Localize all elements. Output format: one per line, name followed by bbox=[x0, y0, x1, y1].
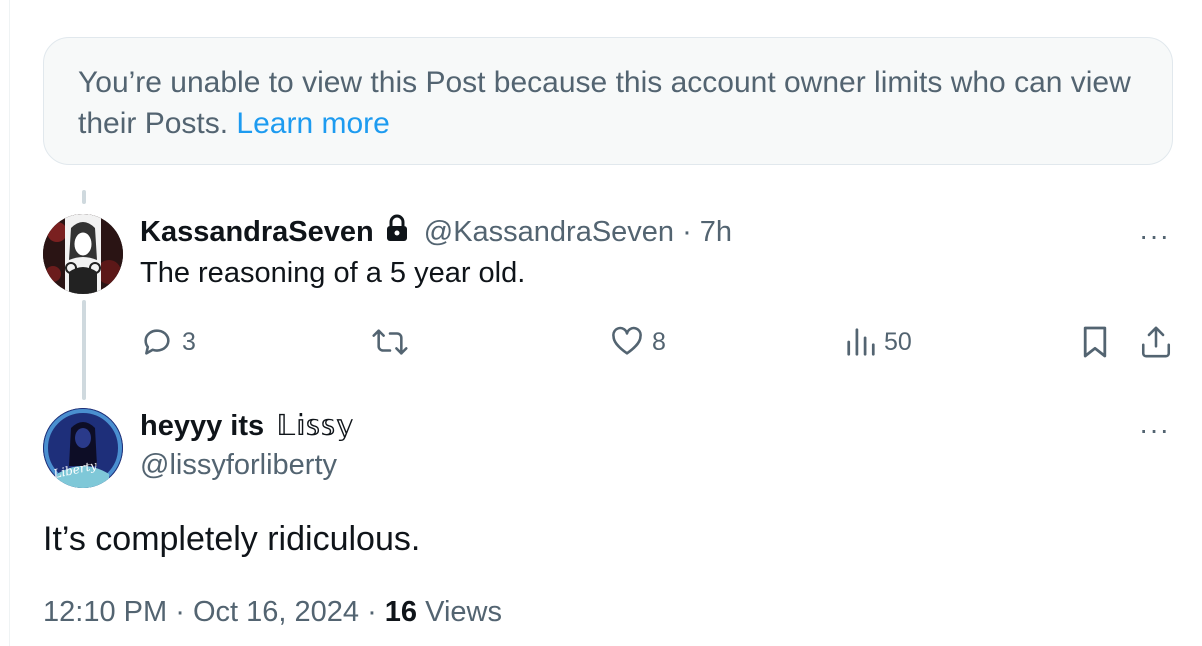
share-button[interactable] bbox=[1140, 325, 1172, 359]
learn-more-link[interactable]: Learn more bbox=[236, 107, 389, 140]
main-author-handle[interactable]: @lissyforliberty bbox=[140, 449, 337, 482]
post-views-label: Views bbox=[425, 596, 502, 628]
heart-icon bbox=[610, 325, 644, 359]
bookmark-icon bbox=[1081, 325, 1109, 359]
post-date[interactable]: Oct 16, 2024 bbox=[193, 596, 359, 628]
lock-icon bbox=[384, 214, 410, 250]
thread-line-top bbox=[82, 190, 86, 204]
like-count: 8 bbox=[652, 327, 666, 356]
post-time[interactable]: 12:10 PM bbox=[43, 596, 167, 628]
reply-count: 3 bbox=[182, 327, 196, 356]
avatar-kassandraseven[interactable] bbox=[43, 214, 123, 294]
reply-button[interactable]: 3 bbox=[140, 325, 196, 359]
reply-timestamp[interactable]: 7h bbox=[700, 216, 732, 249]
views-count: 50 bbox=[884, 327, 912, 356]
share-icon bbox=[1140, 325, 1172, 359]
main-author-name[interactable]: heyyy its 𝕃𝕚𝕤𝕤𝕪 bbox=[140, 408, 354, 443]
separator: · bbox=[175, 596, 185, 628]
more-options-icon[interactable]: ··· bbox=[1139, 222, 1170, 250]
main-author-name-text: heyyy its bbox=[140, 410, 265, 442]
avatar-lissyforliberty[interactable]: Liberty bbox=[43, 408, 123, 488]
separator: · bbox=[367, 596, 377, 628]
views-button[interactable]: 50 bbox=[846, 325, 912, 359]
views-icon bbox=[846, 325, 876, 359]
reply-text: The reasoning of a 5 year old. bbox=[140, 257, 526, 289]
timeline-border bbox=[9, 0, 10, 646]
repost-icon bbox=[371, 325, 409, 359]
reply-header: KassandraSeven @KassandraSeven · 7h bbox=[140, 214, 732, 250]
like-button[interactable]: 8 bbox=[610, 325, 666, 359]
separator: · bbox=[682, 215, 692, 248]
reply-icon bbox=[140, 325, 174, 359]
thread-line bbox=[82, 300, 86, 400]
repost-button[interactable] bbox=[371, 325, 409, 359]
post-views-count: 16 bbox=[384, 596, 418, 628]
bookmark-button[interactable] bbox=[1081, 325, 1109, 359]
main-post-text: It’s completely ridiculous. bbox=[43, 520, 421, 558]
reply-author-handle[interactable]: @KassandraSeven bbox=[424, 216, 674, 249]
more-options-icon[interactable]: ··· bbox=[1139, 416, 1170, 444]
main-author-name-styled: 𝕃𝕚𝕤𝕤𝕪 bbox=[276, 410, 354, 442]
reply-author-name[interactable]: KassandraSeven bbox=[140, 216, 374, 249]
post-meta: 12:10 PM · Oct 16, 2024 · 16 Views bbox=[43, 596, 502, 629]
limited-post-notice: You’re unable to view this Post because … bbox=[43, 37, 1173, 165]
